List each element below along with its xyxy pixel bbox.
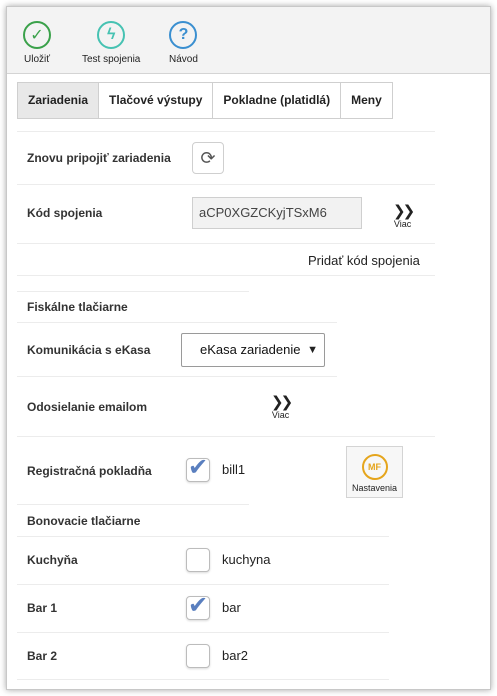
tab-devices[interactable]: Zariadenia [17,82,99,119]
divider [17,632,389,633]
printer-value-kitchen: kuchyna [222,552,271,567]
settings-window: ✓ Uložiť ϟ Test spojenia ? Návod Zariade… [6,6,491,690]
ekasa-label: Komunikácia s eKasa [27,343,151,357]
double-chevron-icon: ❯❯ [271,394,293,411]
connection-code-field[interactable]: aCP0XGZCKyjTSxM6 [192,197,362,229]
question-icon: ? [169,21,198,49]
more-button[interactable]: ❯❯ Viac [393,203,415,229]
register-checkbox[interactable]: ✔ [186,454,210,482]
help-label: Návod [169,54,198,65]
printer-value-bar1: bar [222,600,241,615]
more-label: Viac [271,410,290,420]
tab-registers[interactable]: Pokladne (platidlá) [212,82,341,119]
divider [17,376,337,377]
kitchen-printers-title: Bonovacie tlačiarne [27,514,141,528]
connection-code-label: Kód spojenia [27,206,103,220]
settings-button[interactable]: MF Nastavenia [346,446,403,498]
refresh-icon: ⟳ [200,147,216,168]
save-button[interactable]: ✓ Uložiť [23,21,51,65]
checkmark-icon: ✔ [188,454,209,481]
checkmark-icon: ✔ [188,592,209,619]
tab-bar: Zariadenia Tlačové výstupy Pokladne (pla… [17,82,393,119]
printer-value-bar2: bar2 [222,648,249,663]
divider [17,504,249,505]
tab-print-outputs[interactable]: Tlačové výstupy [98,82,213,119]
divider [17,291,249,292]
email-more-button[interactable]: ❯❯ Viac [271,394,293,420]
settings-label: Nastavenia [351,483,398,493]
help-button[interactable]: ? Návod [169,21,198,65]
check-icon: ✓ [23,21,51,49]
reconnect-button[interactable]: ⟳ [192,142,224,174]
lightning-icon: ϟ [97,21,126,49]
ekasa-select[interactable]: eKasa zariadenie ▼ [181,333,325,367]
test-connection-button[interactable]: ϟ Test spojenia [82,21,140,65]
divider [17,584,389,585]
reconnect-label: Znovu pripojiť zariadenia [27,151,171,165]
divider [17,275,435,276]
printer-checkbox-bar1[interactable]: ✔ [186,592,210,620]
divider [17,322,337,323]
divider [17,436,435,437]
save-label: Uložiť [24,54,50,65]
register-label: Registračná pokladňa [27,464,152,478]
printer-checkbox-kitchen[interactable] [186,548,210,572]
divider [17,243,435,244]
chevron-down-icon: ▼ [307,344,318,356]
printer-label-bar2: Bar 2 [27,649,58,663]
divider [17,131,435,132]
register-value: bill1 [222,462,246,477]
mf-logo-icon: MF [361,454,388,480]
tab-currencies[interactable]: Meny [340,82,393,119]
double-chevron-icon: ❯❯ [393,203,415,220]
divider [17,184,435,185]
printer-label-bar1: Bar 1 [27,601,58,615]
ekasa-selected-value: eKasa zariadenie [200,342,301,357]
fiscal-section-title: Fiskálne tlačiarne [27,300,128,314]
divider [17,679,389,680]
more-label: Viac [393,219,412,229]
toolbar: ✓ Uložiť ϟ Test spojenia ? Návod [7,7,490,74]
add-connection-code-link[interactable]: Pridať kód spojenia [308,253,420,268]
divider [17,536,389,537]
printer-label-kitchen: Kuchyňa [27,553,78,567]
test-label: Test spojenia [82,54,141,65]
printer-checkbox-bar2[interactable] [186,644,210,668]
email-sending-label: Odosielanie emailom [27,400,148,414]
